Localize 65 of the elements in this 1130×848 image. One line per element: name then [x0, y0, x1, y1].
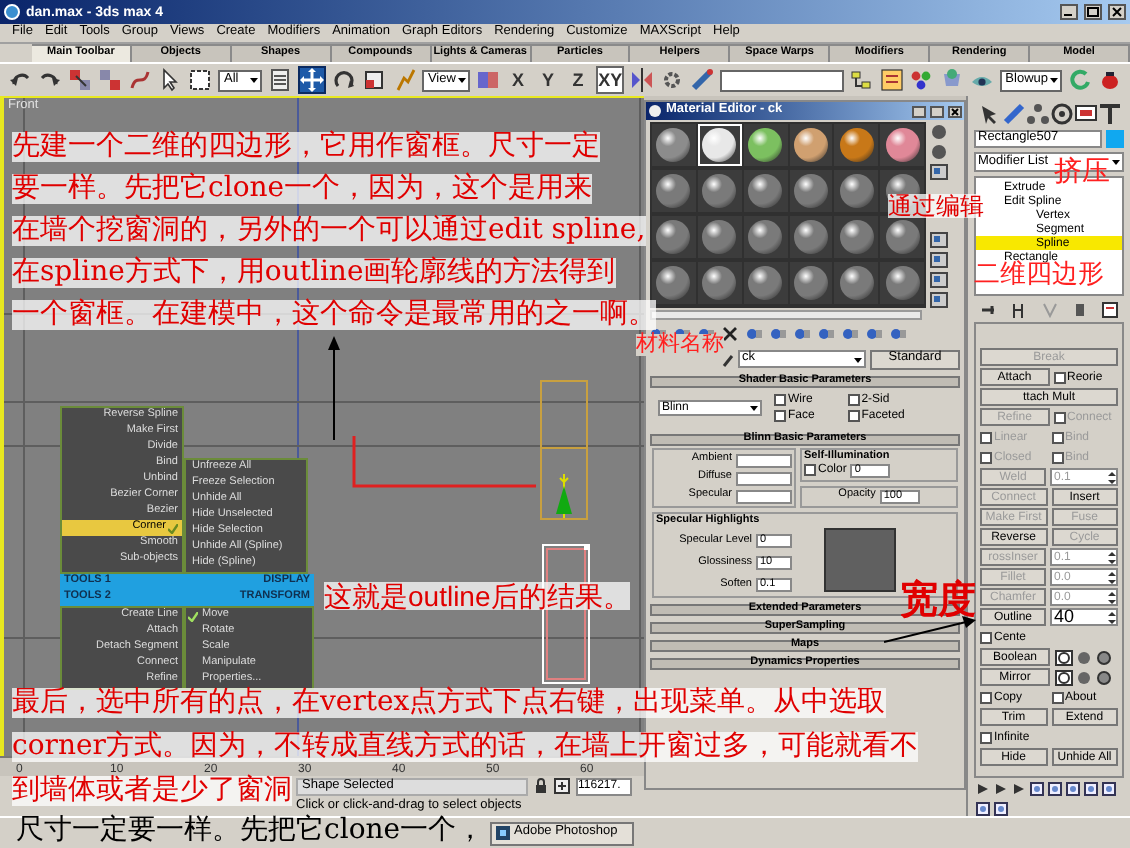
- spinner-arrows-icon: [1108, 569, 1116, 585]
- color-swatch[interactable]: [736, 453, 792, 467]
- cursor-icon[interactable]: [158, 68, 182, 92]
- annotation-text: 在spline方式下，用outline画轮廓线的方法得到: [12, 258, 616, 288]
- check-icon: [188, 611, 198, 621]
- window-frame-shape: [540, 380, 588, 520]
- annotation-text: 二维四边形: [974, 260, 1104, 286]
- eyedropper-icon[interactable]: [722, 351, 734, 367]
- color-swatch[interactable]: [736, 471, 792, 485]
- caret-icon[interactable]: [455, 74, 468, 86]
- create-arrow-icon[interactable]: [978, 101, 1002, 125]
- horizontal-scrollbar[interactable]: [650, 310, 922, 320]
- spinner-arrows-icon: [1108, 549, 1116, 565]
- select-by-name-icon[interactable]: [267, 68, 292, 92]
- maximize-icon[interactable]: [1084, 4, 1102, 20]
- lock-icon[interactable]: [534, 778, 548, 794]
- annotation-text: 在墙个挖窗洞的，另外的一个可以通过edit spline,: [12, 216, 646, 246]
- mirror-icon[interactable]: [630, 68, 655, 92]
- annotation-text: 一个窗框。在建模中，这个命令是最常用的之一啊。: [12, 300, 656, 330]
- app-icon: [648, 104, 662, 118]
- annotation-text: 这就是outline后的结果。: [324, 582, 631, 610]
- spinner-arrows-icon: [1108, 589, 1116, 605]
- annotation-text: 要一样。先把它clone一个，因为，这个是用来: [12, 174, 593, 204]
- color-swatch[interactable]: [736, 489, 792, 503]
- annotation-text: 最后，选中所有的点，在vertex点方式下点右键，出现菜单。从中选取: [12, 688, 886, 718]
- spinner-field[interactable]: 40: [1050, 608, 1118, 626]
- annotation-arrow: [884, 616, 976, 644]
- highlight-curve-graph: [824, 527, 896, 591]
- annotation-text: 材料名称: [636, 334, 724, 356]
- spinner-arrows-icon: [1108, 469, 1116, 485]
- annotation-text: 通过编辑: [888, 194, 984, 218]
- caption-text: 尺寸一定要一样。先把它clone一个，: [16, 816, 485, 846]
- close-icon[interactable]: [948, 105, 962, 117]
- annotation-text: 到墙体或者是少了窗洞: [12, 776, 292, 806]
- move-icon: [299, 68, 324, 92]
- spinner-arrows-icon: [1108, 609, 1116, 625]
- annotation-arrow: [328, 336, 340, 440]
- check-icon: [168, 523, 178, 533]
- app-icon[interactable]: [4, 4, 20, 20]
- rotate-icon: [331, 68, 356, 92]
- scale-icon: [361, 68, 386, 92]
- axis-button[interactable]: XY: [595, 66, 625, 94]
- caret-icon[interactable]: [1110, 156, 1122, 168]
- object-color-swatch[interactable]: [1106, 129, 1124, 147]
- named-selection-field[interactable]: [720, 69, 844, 91]
- annotation-text: corner方式。因为，不转成直线方式的话，在墙上开窗过多，可能就看不: [12, 732, 918, 762]
- transform-gizmo-icon: [554, 474, 574, 518]
- rotate-tool-button[interactable]: [331, 66, 356, 94]
- axis-button[interactable]: Y: [535, 66, 560, 94]
- caret-icon: [748, 402, 760, 414]
- annotation-text: 先建一个二维的四边形，它用作窗框。尺寸一定: [12, 132, 600, 162]
- redo-icon[interactable]: [38, 68, 62, 92]
- caret-icon[interactable]: [1048, 74, 1060, 86]
- caret-icon: [852, 353, 864, 365]
- close-icon[interactable]: [1108, 4, 1126, 20]
- axis-button[interactable]: X: [505, 66, 530, 94]
- axis-button[interactable]: Z: [565, 66, 590, 94]
- scale-tool-button[interactable]: [361, 66, 386, 94]
- minimize-icon[interactable]: [1060, 4, 1078, 20]
- reset-icon[interactable]: [722, 325, 738, 341]
- move-tool-button[interactable]: [297, 66, 326, 94]
- teapot-icon[interactable]: [1098, 68, 1122, 92]
- caret-icon[interactable]: [247, 74, 260, 86]
- app-icon: [496, 826, 510, 840]
- selection-region-icon[interactable]: [188, 68, 212, 92]
